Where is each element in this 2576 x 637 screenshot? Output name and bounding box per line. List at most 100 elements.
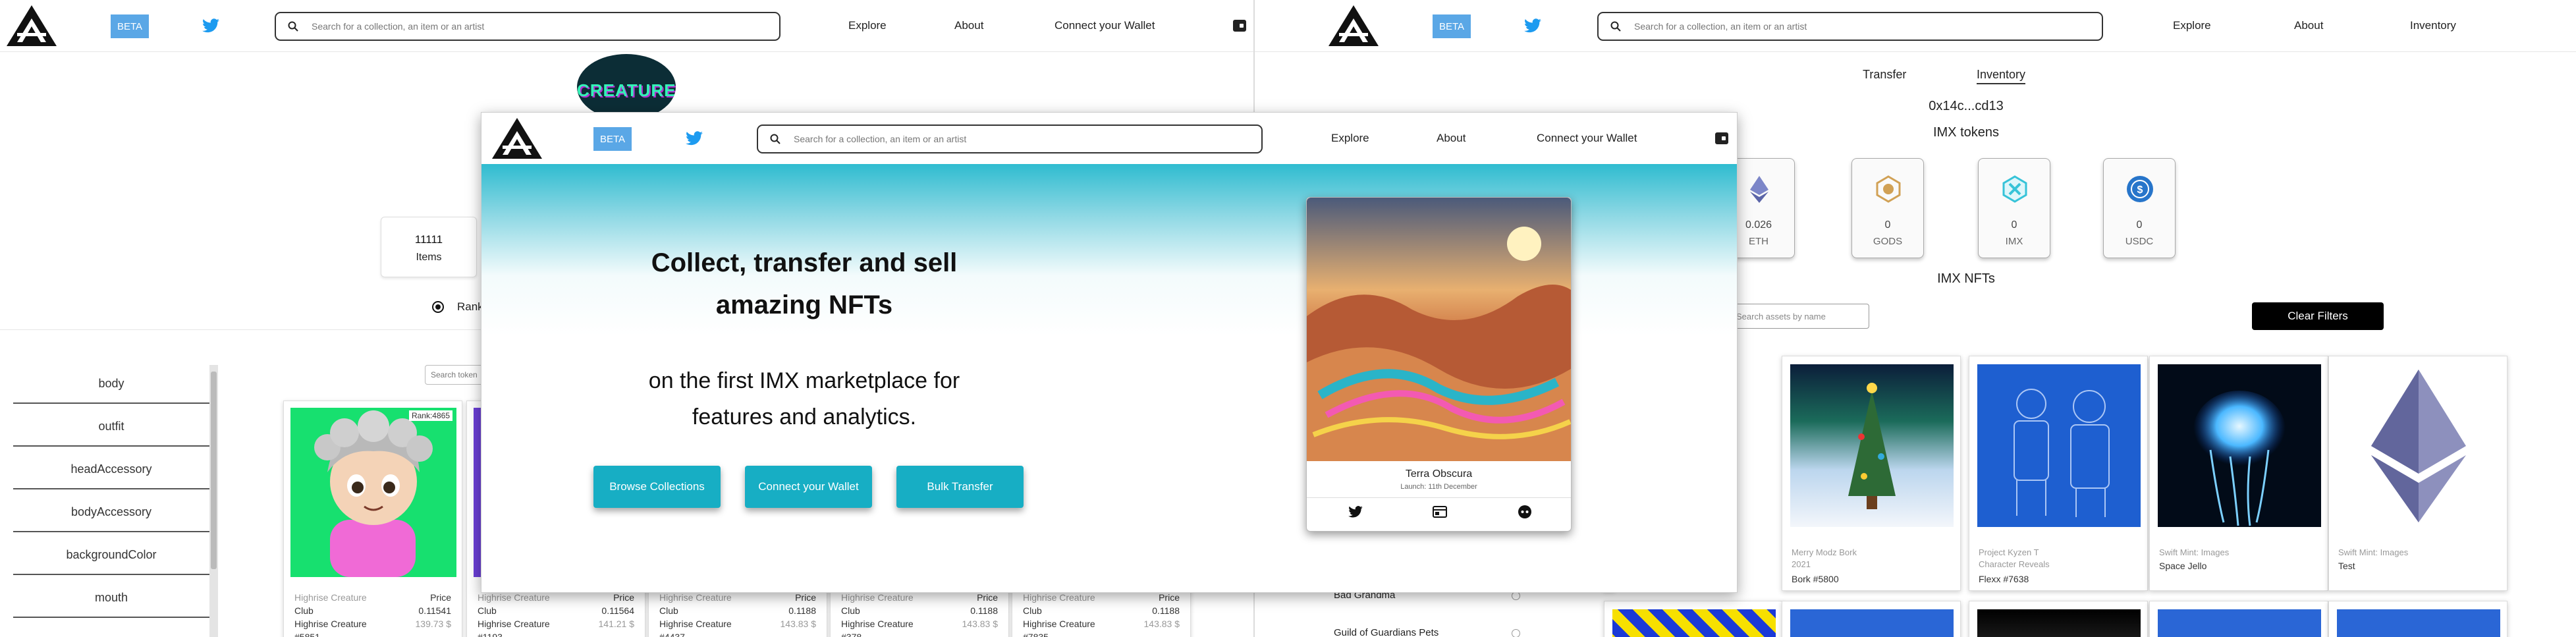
website-icon[interactable] [1433, 506, 1447, 518]
nft-card[interactable]: Merry Modz Bork 2021 Bork #5800 [1782, 356, 1961, 591]
tab-inventory[interactable]: Inventory [1977, 68, 2026, 84]
nft-card[interactable]: Swift Mint: Images Space Jello [2149, 356, 2328, 591]
bulk-transfer-button[interactable]: Bulk Transfer [896, 466, 1024, 508]
items-stat: 11111 Items [381, 217, 477, 277]
nft-name: Highrise Creature [1023, 619, 1095, 629]
price-value: 0.1188 [788, 605, 816, 616]
filter-mouth[interactable]: mouth [13, 578, 209, 618]
featured-subtitle: Launch: 11th December [1400, 483, 1477, 491]
nav-inventory[interactable]: Inventory [2410, 19, 2456, 32]
nft-card[interactable] [2149, 601, 2328, 637]
club-label: Club [478, 605, 497, 616]
wallet-icon[interactable] [1715, 132, 1728, 144]
price-usd: 143.83 $ [1143, 619, 1180, 629]
connect-wallet-button[interactable]: Connect your Wallet [745, 466, 872, 508]
nft-image [2337, 364, 2500, 527]
collection-logo: CREATURE [577, 54, 676, 120]
search-bar[interactable] [757, 125, 1263, 153]
nav-about[interactable]: About [954, 19, 983, 32]
nft-name: Bork #5800 [1792, 574, 1839, 584]
search-assets-input[interactable]: Search assets by name [1729, 304, 1869, 329]
filter-body[interactable]: body [13, 364, 209, 404]
nft-card[interactable]: Rank:4865 Highrise Creature Price Club 0… [283, 401, 462, 637]
site-logo[interactable] [491, 117, 543, 160]
rank-radio[interactable] [432, 301, 444, 313]
nft-card[interactable] [1969, 601, 2148, 637]
club-label: Club [1023, 605, 1042, 616]
sidebar-scrollbar[interactable] [209, 365, 218, 637]
search-bar[interactable] [275, 12, 781, 41]
nft-image: Rank:4865 [290, 408, 456, 577]
nav-explore[interactable]: Explore [2173, 19, 2211, 32]
nft-name: Test [2338, 561, 2355, 571]
collection-filter-item[interactable]: Guild of Guardians Pets [1334, 627, 1439, 637]
site-logo[interactable] [5, 4, 58, 47]
collection-logo-text: CREATURE [577, 80, 676, 100]
club-label: Club [841, 605, 860, 616]
nft-number: #5851 [294, 632, 320, 637]
nft-name: Highrise Creature [659, 619, 732, 629]
nft-image [1977, 364, 2141, 527]
rank-badge: Rank:4865 [408, 410, 452, 421]
twitter-icon[interactable] [686, 131, 703, 146]
search-bar[interactable] [1597, 12, 2103, 41]
nft-image [1977, 609, 2141, 637]
hero-headline-1: Collect, transfer and sell [651, 248, 958, 277]
filter-background-color[interactable]: backgroundColor [13, 536, 209, 575]
nft-image [1790, 609, 1954, 637]
search-input[interactable] [1634, 21, 2102, 32]
search-input[interactable] [312, 21, 779, 32]
price-label: Price [613, 592, 634, 603]
price-usd: 143.83 $ [780, 619, 817, 629]
wallet-icon[interactable] [1233, 20, 1246, 32]
nft-number: #7835 [1023, 632, 1049, 637]
nav-about[interactable]: About [1437, 132, 1466, 145]
filter-body-accessory[interactable]: bodyAccessory [13, 493, 209, 532]
nft-card[interactable] [1782, 601, 1961, 637]
tokens-title: IMX tokens [1932, 125, 2000, 140]
nft-number: #4437 [659, 632, 685, 637]
imx-icon [2002, 175, 2027, 203]
twitter-icon[interactable] [202, 18, 219, 33]
price-usd: 141.21 $ [598, 619, 635, 629]
nft-image [1612, 609, 1776, 637]
nav-about[interactable]: About [2294, 19, 2323, 32]
beta-badge: BETA [1433, 14, 1471, 38]
filter-outfit[interactable]: outfit [13, 407, 209, 447]
nav-explore[interactable]: Explore [1331, 132, 1369, 145]
usdc-icon: $ [2127, 176, 2153, 202]
nav-connect-wallet[interactable]: Connect your Wallet [1055, 19, 1155, 32]
nft-card[interactable] [2328, 601, 2507, 637]
collection-radio[interactable] [1512, 629, 1520, 637]
club-label: Club [294, 605, 314, 616]
twitter-icon[interactable] [1524, 18, 1541, 33]
price-label: Price [795, 592, 816, 603]
site-logo[interactable] [1327, 4, 1380, 47]
twitter-icon[interactable] [1348, 506, 1363, 518]
price-label: Price [1159, 592, 1180, 603]
browse-collections-button[interactable]: Browse Collections [593, 466, 721, 508]
nft-card[interactable]: Swift Mint: Images Test [2328, 356, 2507, 591]
token-value: 0 [1884, 219, 1891, 231]
nav-connect-wallet[interactable]: Connect your Wallet [1537, 132, 1637, 145]
beta-badge: BETA [593, 127, 632, 151]
filter-head-accessory[interactable]: headAccessory [13, 450, 209, 489]
token-symbol: USDC [2125, 236, 2154, 247]
price-value: 0.11564 [601, 605, 634, 616]
featured-collection-card[interactable]: Terra Obscura Launch: 11th December [1306, 197, 1572, 532]
collection-name: Highrise Creature [478, 592, 550, 603]
collection-name: Highrise Creature [841, 592, 914, 603]
nft-card[interactable]: Project Kyzen T Character Reveals Flexx … [1969, 356, 2148, 591]
search-icon [288, 21, 298, 32]
search-input[interactable] [794, 134, 1261, 144]
nav-explore[interactable]: Explore [848, 19, 887, 32]
collection-name: Merry Modz Bork [1792, 547, 1857, 557]
clear-filters-button[interactable]: Clear Filters [2252, 302, 2384, 330]
nft-number: #378 [841, 632, 862, 637]
price-value: 0.1188 [970, 605, 998, 616]
collection-name: Project Kyzen T [1979, 547, 2039, 557]
discord-icon[interactable] [1518, 505, 1532, 519]
tab-transfer[interactable]: Transfer [1863, 68, 1906, 82]
nft-card[interactable] [1604, 601, 1783, 637]
collection-name: Swift Mint: Images [2159, 547, 2230, 557]
